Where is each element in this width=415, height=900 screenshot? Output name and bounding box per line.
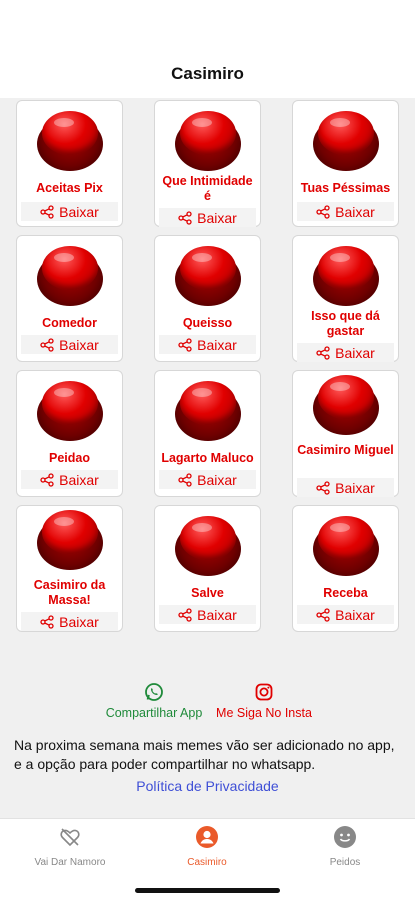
share-icon xyxy=(40,337,54,352)
download-button[interactable]: Baixar xyxy=(159,605,256,624)
download-label: Baixar xyxy=(335,606,375,623)
sound-label: Comedor xyxy=(42,316,97,330)
download-label: Baixar xyxy=(197,471,237,488)
app-header: Casimiro xyxy=(0,0,415,98)
sound-card-isso-que-da-gastar: Isso que dá gastar Baixar xyxy=(292,235,399,362)
download-button[interactable]: Baixar xyxy=(21,612,118,631)
heart-icon xyxy=(60,828,80,847)
sound-label: Aceitas Pix xyxy=(36,181,103,195)
tab-vai-dar-namoro[interactable]: Vai Dar Namoro xyxy=(10,825,130,868)
tab-peidos[interactable]: Peidos xyxy=(285,825,405,868)
download-label: Baixar xyxy=(197,336,237,353)
sound-label: Isso que dá gastar xyxy=(311,309,380,338)
red-button-icon[interactable] xyxy=(174,379,241,445)
instagram-link[interactable]: Me Siga No Insta xyxy=(212,682,316,720)
sound-label: Salve xyxy=(191,586,224,600)
download-button[interactable]: Baixar xyxy=(297,605,394,624)
red-button-icon[interactable] xyxy=(312,244,379,310)
red-button-icon[interactable] xyxy=(36,244,103,310)
user-circle-icon xyxy=(196,826,218,848)
share-icon xyxy=(178,472,192,487)
sound-card-queisso: Queisso Baixar xyxy=(154,235,261,362)
share-app-label: Compartilhar App xyxy=(105,706,203,720)
sound-label: Receba xyxy=(323,586,368,600)
download-button[interactable]: Baixar xyxy=(297,478,394,497)
red-button-icon[interactable] xyxy=(36,508,103,574)
tab-label: Peidos xyxy=(329,857,361,868)
download-button[interactable]: Baixar xyxy=(159,470,256,489)
download-label: Baixar xyxy=(335,344,375,361)
share-icon xyxy=(40,614,54,629)
social-links: Compartilhar App Me Siga No Insta xyxy=(0,682,415,722)
tab-label: Vai Dar Namoro xyxy=(34,857,106,868)
sound-label: Casimiro da Massa! xyxy=(33,578,106,607)
download-button[interactable]: Baixar xyxy=(159,335,256,354)
sound-label: Tuas Péssimas xyxy=(300,181,391,195)
download-button[interactable]: Baixar xyxy=(297,202,394,221)
download-label: Baixar xyxy=(197,209,237,226)
sound-card-aceitas-pix: Aceitas Pix Baixar xyxy=(16,100,123,227)
sound-card-receba: Receba Baixar xyxy=(292,505,399,632)
download-label: Baixar xyxy=(197,606,237,623)
download-label: Baixar xyxy=(59,471,99,488)
sound-label: Peidao xyxy=(49,451,90,465)
share-icon xyxy=(40,472,54,487)
sound-label: Lagarto Maluco xyxy=(161,451,254,465)
download-label: Baixar xyxy=(59,203,99,220)
download-label: Baixar xyxy=(59,336,99,353)
share-icon xyxy=(178,607,192,622)
share-icon xyxy=(316,204,330,219)
tab-casimiro[interactable]: Casimiro xyxy=(147,825,267,868)
share-icon xyxy=(178,337,192,352)
share-app-link[interactable]: Compartilhar App xyxy=(100,682,208,720)
info-message: Na proxima semana mais memes vão ser adi… xyxy=(14,737,395,772)
red-button-icon[interactable] xyxy=(312,373,379,439)
sound-label: Queisso xyxy=(182,316,233,330)
instagram-label: Me Siga No Insta xyxy=(216,706,312,720)
download-button[interactable]: Baixar xyxy=(21,335,118,354)
sound-card-casimiro-miguel: Casimiro Miguel Baixar xyxy=(292,370,399,497)
sound-card-comedor: Comedor Baixar xyxy=(16,235,123,362)
instagram-icon xyxy=(255,683,273,701)
smiley-icon xyxy=(334,826,356,848)
sound-card-tuas-pessimas: Tuas Péssimas Baixar xyxy=(292,100,399,227)
red-button-icon[interactable] xyxy=(36,109,103,175)
sound-card-salve: Salve Baixar xyxy=(154,505,261,632)
red-button-icon[interactable] xyxy=(174,244,241,310)
download-button[interactable]: Baixar xyxy=(21,202,118,221)
sound-card-casimiro-da-massa: Casimiro da Massa! Baixar xyxy=(16,505,123,632)
sound-card-lagarto-maluco: Lagarto Maluco Baixar xyxy=(154,370,261,497)
download-label: Baixar xyxy=(335,479,375,496)
red-button-icon[interactable] xyxy=(174,514,241,580)
share-icon xyxy=(316,607,330,622)
download-label: Baixar xyxy=(335,203,375,220)
whatsapp-icon xyxy=(145,683,163,701)
share-icon xyxy=(40,204,54,219)
sound-card-que-intimidade: Que Intimidade é Baixar xyxy=(154,100,261,227)
share-icon xyxy=(316,480,330,495)
download-button[interactable]: Baixar xyxy=(21,470,118,489)
page-title: Casimiro xyxy=(171,64,244,83)
red-button-icon[interactable] xyxy=(312,109,379,175)
download-label: Baixar xyxy=(59,613,99,630)
sound-label: Que Intimidade é xyxy=(162,174,253,203)
share-icon xyxy=(178,210,192,225)
sound-label: Casimiro Miguel xyxy=(297,443,394,457)
red-button-icon[interactable] xyxy=(174,109,241,175)
download-button[interactable]: Baixar xyxy=(159,208,256,227)
sound-card-peidao: Peidao Baixar xyxy=(16,370,123,497)
tab-label: Casimiro xyxy=(187,857,227,868)
share-icon xyxy=(316,345,330,360)
privacy-policy-link[interactable]: Política de Privacidade xyxy=(0,778,415,794)
red-button-icon[interactable] xyxy=(312,514,379,580)
red-button-icon[interactable] xyxy=(36,379,103,445)
home-indicator xyxy=(135,888,280,893)
download-button[interactable]: Baixar xyxy=(297,343,394,362)
